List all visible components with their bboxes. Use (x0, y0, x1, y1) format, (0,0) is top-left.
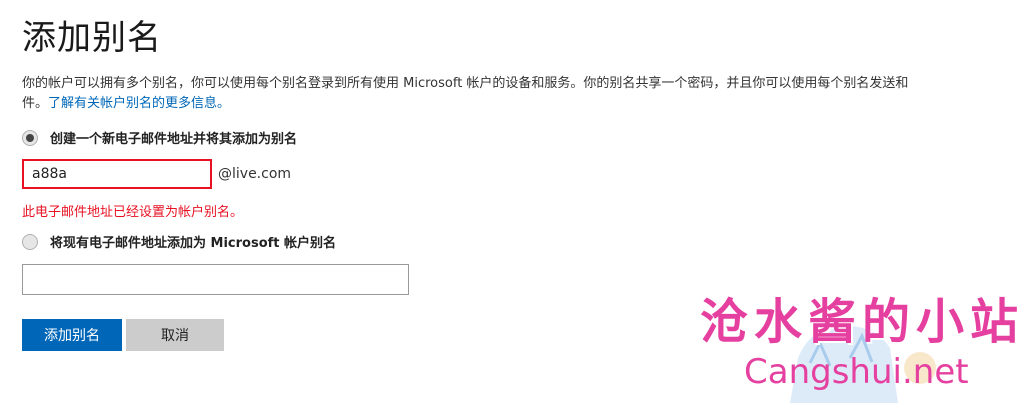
description-line-2: 件。了解有关帐户别名的更多信息。 (22, 94, 1022, 114)
watermark-cn-text: 沧水酱的小站 (699, 294, 1024, 350)
cancel-button[interactable]: 取消 (126, 319, 224, 351)
existing-email-input[interactable] (22, 264, 409, 295)
option-add-existing[interactable]: 将现有电子邮件地址添加为 Microsoft 帐户别名 (22, 232, 336, 251)
page-description: 你的帐户可以拥有多个别名，你可以使用每个别名登录到所有使用 Microsoft … (22, 74, 1022, 114)
option-create-new[interactable]: 创建一个新电子邮件地址并将其添加为别名 (22, 128, 297, 147)
add-alias-button[interactable]: 添加别名 (22, 319, 122, 351)
page-title: 添加别名 (22, 18, 162, 58)
new-alias-input[interactable] (22, 159, 212, 189)
domain-suffix: @live.com (218, 166, 292, 182)
create-new-radio[interactable] (22, 129, 38, 146)
description-line-1: 你的帐户可以拥有多个别名，你可以使用每个别名登录到所有使用 Microsoft … (22, 76, 909, 91)
watermark: 沧水酱的小站 Cangshui.net (700, 282, 1024, 403)
alias-error-message: 此电子邮件地址已经设置为帐户别名。 (22, 205, 244, 220)
radio-selected-dot (26, 133, 34, 142)
add-existing-radio[interactable] (22, 233, 38, 250)
description-prefix: 件。 (22, 96, 49, 111)
create-new-label: 创建一个新电子邮件地址并将其添加为别名 (50, 132, 298, 147)
learn-more-link[interactable]: 了解有关帐户别名的更多信息。 (48, 96, 230, 111)
watermark-en-text: Cangshui.net (744, 352, 969, 392)
add-existing-label: 将现有电子邮件地址添加为 Microsoft 帐户别名 (50, 236, 337, 251)
